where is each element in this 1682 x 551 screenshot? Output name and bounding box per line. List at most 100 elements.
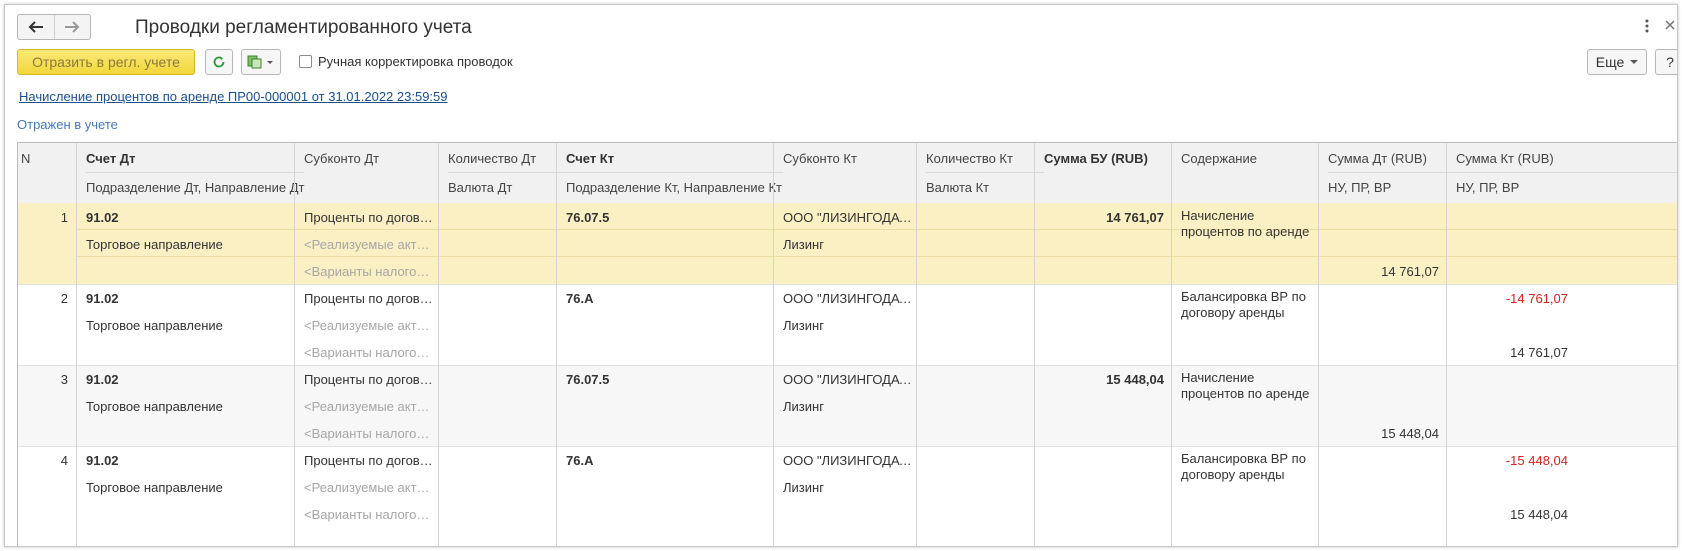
col-sum-dt[interactable]: Сумма Дт (RUB)	[1328, 151, 1427, 166]
row-divider	[76, 256, 1677, 257]
col-dt-account[interactable]: Счет Дт	[86, 151, 135, 166]
col-divider	[916, 143, 917, 546]
window-menu-button[interactable]	[1645, 19, 1649, 36]
col-sum-kt[interactable]: Сумма Кт (RUB)	[1456, 151, 1554, 166]
col-dt-subconto[interactable]: Субконто Дт	[304, 151, 379, 166]
back-button[interactable]	[18, 15, 54, 39]
col-n[interactable]: N	[21, 151, 30, 166]
help-button[interactable]: ?	[1655, 49, 1677, 75]
kt-subconto-2: Лизинг	[783, 237, 824, 252]
col-sum-dt-sub[interactable]: НУ, ПР, ВР	[1328, 180, 1391, 195]
sum-dt: 15 448,04	[1381, 426, 1439, 441]
refresh-button[interactable]	[205, 49, 233, 75]
sum-dt: 14 761,07	[1381, 264, 1439, 279]
dt-direction: Торговое направление	[86, 399, 223, 414]
col-divider	[76, 143, 77, 546]
status-text: Отражен в учете	[17, 117, 118, 132]
chevron-down-icon	[1630, 60, 1639, 64]
table-header: N Счет Дт Подразделение Дт, Направление …	[18, 143, 1677, 204]
row-divider	[76, 229, 1677, 230]
col-kt-subdivision[interactable]: Подразделение Кт, Направление Кт	[566, 180, 782, 195]
close-button[interactable]	[1665, 17, 1675, 35]
dt-subconto-3: <Варианты налогооб...	[304, 345, 434, 360]
more-button[interactable]: Еще	[1587, 49, 1647, 75]
col-kt-account[interactable]: Счет Кт	[566, 151, 614, 166]
col-divider	[1034, 143, 1035, 546]
dt-direction: Торговое направление	[86, 480, 223, 495]
kt-account: 76.07.5	[566, 372, 610, 387]
dt-account: 91.02	[86, 291, 119, 306]
sum-kt-nu: -15 448,04	[1505, 453, 1568, 468]
dt-subconto-1: Проценты по догово...	[304, 291, 434, 306]
dt-direction: Торговое направление	[86, 237, 223, 252]
forward-button[interactable]	[53, 15, 91, 39]
col-kt-qty[interactable]: Количество Кт	[926, 151, 1013, 166]
col-divider	[1318, 143, 1319, 546]
header-divider	[566, 172, 783, 173]
kt-subconto-1: ООО "ЛИЗИНГОДАТ...	[783, 372, 913, 387]
kt-subconto-2: Лизинг	[783, 480, 824, 495]
back-arrow-icon	[28, 21, 43, 33]
header-divider	[1328, 172, 1677, 173]
col-sum-kt-sub[interactable]: НУ, ПР, ВР	[1456, 180, 1519, 195]
content: Балансировка ВР по договору аренды	[1181, 451, 1306, 482]
content: Начисление процентов по аренде	[1181, 370, 1310, 401]
col-content[interactable]: Содержание	[1181, 151, 1257, 166]
header-divider	[926, 172, 1044, 173]
close-icon	[1665, 20, 1675, 30]
dt-account: 91.02	[86, 210, 119, 225]
kt-account: 76.07.5	[566, 210, 610, 225]
dt-subconto-2: <Реализуемые акти...	[304, 480, 434, 495]
row-number: 2	[60, 291, 68, 306]
col-divider	[438, 143, 439, 546]
dt-subconto-3: <Варианты налогооб...	[304, 507, 434, 522]
kt-subconto-1: ООО "ЛИЗИНГОДАТ...	[783, 210, 913, 225]
dt-subconto-2: <Реализуемые акти...	[304, 318, 434, 333]
dt-direction: Торговое направление	[86, 318, 223, 333]
col-divider	[773, 143, 774, 546]
toolbar: Отразить в регл. учете Ручная корректиро…	[17, 49, 1677, 77]
dt-account: 91.02	[86, 453, 119, 468]
sum-kt-vr: 15 448,04	[1510, 507, 1568, 522]
col-kt-subconto[interactable]: Субконто Кт	[783, 151, 857, 166]
sum-bu: 14 761,07	[1106, 210, 1164, 225]
manual-correction-label: Ручная корректировка проводок	[318, 54, 513, 69]
kt-account: 76.А	[566, 453, 594, 468]
dt-subconto-2: <Реализуемые акти...	[304, 399, 434, 414]
dt-subconto-1: Проценты по догово...	[304, 210, 434, 225]
manual-correction-checkbox[interactable]	[299, 55, 312, 68]
window-title: Проводки регламентированного учета	[135, 17, 472, 38]
document-link[interactable]: Начисление процентов по аренде ПР00-0000…	[19, 89, 448, 104]
col-divider	[1171, 143, 1172, 546]
col-dt-qty[interactable]: Количество Дт	[448, 151, 536, 166]
sum-bu: 15 448,04	[1106, 372, 1164, 387]
header-divider	[448, 172, 566, 173]
row-number: 3	[60, 372, 68, 387]
kt-subconto-2: Лизинг	[783, 318, 824, 333]
reflect-button[interactable]: Отразить в регл. учете	[17, 49, 195, 75]
forward-arrow-icon	[65, 21, 80, 33]
report-dropdown-button[interactable]	[241, 49, 281, 75]
sum-kt-nu: -14 761,07	[1505, 291, 1568, 306]
kt-subconto-1: ООО "ЛИЗИНГОДАТ...	[783, 453, 913, 468]
content: Начисление процентов по аренде	[1181, 208, 1310, 239]
refresh-icon	[213, 56, 225, 68]
col-dt-currency[interactable]: Валюта Дт	[448, 180, 512, 195]
kt-subconto-2: Лизинг	[783, 399, 824, 414]
col-kt-currency[interactable]: Валюта Кт	[926, 180, 989, 195]
window: Проводки регламентированного учета Отраз…	[4, 4, 1678, 547]
dt-subconto-3: <Варианты налогооб...	[304, 264, 434, 279]
dt-account: 91.02	[86, 372, 119, 387]
col-divider	[556, 143, 557, 546]
report-dropdown-icon	[247, 55, 273, 69]
sum-kt-vr: 14 761,07	[1510, 345, 1568, 360]
col-sum-bu[interactable]: Сумма БУ (RUB)	[1044, 151, 1148, 166]
dt-subconto-3: <Варианты налогооб...	[304, 426, 434, 441]
kt-subconto-1: ООО "ЛИЗИНГОДАТ...	[783, 291, 913, 306]
more-label: Еще	[1595, 54, 1625, 70]
col-divider	[294, 143, 295, 546]
kebab-menu-icon	[1645, 19, 1649, 33]
col-dt-subdivision[interactable]: Подразделение Дт, Направление Дт	[86, 180, 304, 195]
dt-subconto-2: <Реализуемые акти...	[304, 237, 434, 252]
dt-subconto-1: Проценты по догово...	[304, 453, 434, 468]
